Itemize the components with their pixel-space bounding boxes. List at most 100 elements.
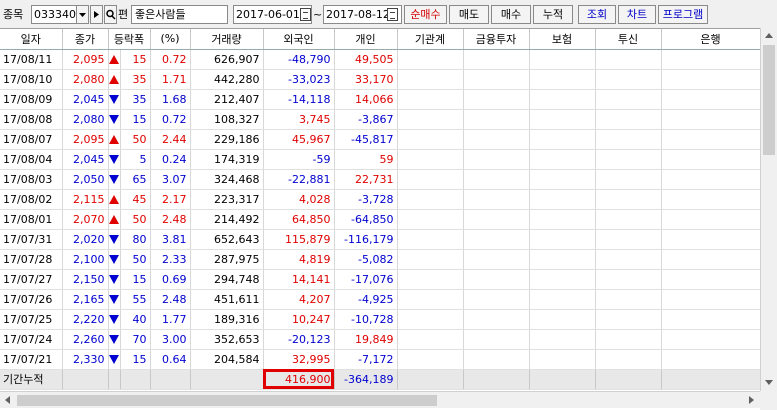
- radio-sell-label: 매도: [458, 8, 480, 21]
- table-row[interactable]: 17/08/08 2,080 15 0.72 108,327 3,745 -3,867: [0, 109, 761, 130]
- header-bank[interactable]: 은행: [661, 29, 761, 50]
- calendar-icon[interactable]: [300, 8, 311, 21]
- cell-volume: 174,319: [190, 149, 264, 170]
- header-insurance[interactable]: 보험: [529, 29, 596, 50]
- scroll-up-arrow-icon[interactable]: [761, 28, 777, 44]
- table-row[interactable]: 17/07/31 2,020 80 3.81 652,643 115,879 -116,17…: [0, 229, 761, 250]
- cell-investment-trust: [595, 129, 662, 150]
- cell-insurance: [529, 249, 596, 270]
- header-institution[interactable]: 기관계: [397, 29, 464, 50]
- cell-direction: [108, 169, 121, 190]
- cell-investment-trust: [595, 169, 662, 190]
- vertical-scrollbar[interactable]: [760, 28, 777, 391]
- cell-direction: [108, 149, 121, 170]
- query-button[interactable]: 조회: [578, 5, 616, 24]
- cell-insurance: [529, 329, 596, 350]
- header-foreign[interactable]: 외국인: [263, 29, 335, 50]
- summary-empty: [62, 369, 109, 390]
- cell-close: 2,050: [62, 169, 109, 190]
- horizontal-scrollbar[interactable]: [0, 391, 760, 408]
- cell-volume: 626,907: [190, 49, 264, 70]
- table-row[interactable]: 17/08/11 2,095 15 0.72 626,907 -48,790 49,505: [0, 49, 761, 70]
- header-pct[interactable]: (%): [150, 29, 191, 50]
- cell-foreign: 4,207: [263, 289, 335, 310]
- cell-investment-trust: [595, 149, 662, 170]
- header-close[interactable]: 종가: [62, 29, 109, 50]
- vertical-scroll-thumb[interactable]: [763, 45, 775, 155]
- cell-bank: [661, 169, 761, 190]
- table-row[interactable]: 17/08/07 2,095 50 2.44 229,186 45,967 -45,817: [0, 129, 761, 150]
- cell-financial-investment: [463, 349, 530, 370]
- radio-cumulative-label: 누적: [542, 8, 564, 21]
- radio-buy[interactable]: 매수: [491, 5, 531, 24]
- table-row[interactable]: 17/07/27 2,150 15 0.69 294,748 14,141 -17,076: [0, 269, 761, 290]
- cell-volume: 108,327: [190, 109, 264, 130]
- chart-button[interactable]: 차트: [618, 5, 656, 24]
- cell-pct: 2.44: [150, 129, 191, 150]
- cell-change: 55: [120, 289, 151, 310]
- cell-foreign: 10,247: [263, 309, 335, 330]
- cell-individual: -64,850: [334, 209, 398, 230]
- radio-sell[interactable]: 매도: [449, 5, 489, 24]
- cell-investment-trust: [595, 109, 662, 130]
- cell-investment-trust: [595, 89, 662, 110]
- table-row[interactable]: 17/07/28 2,100 50 2.33 287,975 4,819 -5,082: [0, 249, 761, 270]
- header-investment-trust[interactable]: 투신: [595, 29, 662, 50]
- scroll-right-arrow-icon[interactable]: [743, 392, 759, 408]
- table-row[interactable]: 17/07/25 2,220 40 1.77 189,316 10,247 -10,728: [0, 309, 761, 330]
- program-button[interactable]: 프로그램: [658, 5, 708, 24]
- cell-institution: [397, 289, 464, 310]
- up-triangle-icon: [109, 75, 119, 84]
- summary-individual-total: -364,189: [334, 369, 398, 390]
- scrollbar-corner: [760, 391, 777, 410]
- cell-foreign: 14,141: [263, 269, 335, 290]
- header-financial-investment[interactable]: 금융투자: [463, 29, 530, 50]
- cell-investment-trust: [595, 209, 662, 230]
- cell-direction: [108, 309, 121, 330]
- calendar-icon[interactable]: [387, 8, 398, 21]
- cell-individual: -3,867: [334, 109, 398, 130]
- cell-bank: [661, 209, 761, 230]
- cell-institution: [397, 189, 464, 210]
- cell-volume: 324,468: [190, 169, 264, 190]
- scroll-down-arrow-icon[interactable]: [761, 374, 777, 390]
- cell-bank: [661, 309, 761, 330]
- down-triangle-icon: [109, 115, 119, 124]
- table-row[interactable]: 17/07/21 2,330 15 0.64 204,584 32,995 -7,172: [0, 349, 761, 370]
- cell-investment-trust: [595, 189, 662, 210]
- cell-date: 17/07/24: [0, 329, 63, 350]
- table-row[interactable]: 17/07/26 2,165 55 2.48 451,611 4,207 -4,925: [0, 289, 761, 310]
- cell-date: 17/08/04: [0, 149, 63, 170]
- end-date-value: 2017-08-12: [326, 8, 390, 21]
- horizontal-scroll-thumb[interactable]: [17, 395, 437, 406]
- cell-individual: -7,172: [334, 349, 398, 370]
- table-row[interactable]: 17/08/04 2,045 5 0.24 174,319 -59 59: [0, 149, 761, 170]
- table-row[interactable]: 17/08/01 2,070 50 2.48 214,492 64,850 -64,850: [0, 209, 761, 230]
- header-change[interactable]: 등락폭: [108, 29, 151, 50]
- cell-financial-investment: [463, 49, 530, 70]
- cell-date: 17/07/21: [0, 349, 63, 370]
- code-input[interactable]: 033340: [31, 5, 77, 24]
- cell-change: 50: [120, 249, 151, 270]
- table-row[interactable]: 17/08/02 2,115 45 2.17 223,317 4,028 -3,728: [0, 189, 761, 210]
- table-row[interactable]: 17/08/09 2,045 35 1.68 212,407 -14,118 14,066: [0, 89, 761, 110]
- code-dropdown[interactable]: [76, 5, 89, 24]
- search-button[interactable]: [104, 5, 117, 24]
- cell-insurance: [529, 349, 596, 370]
- scroll-left-arrow-icon[interactable]: [0, 392, 16, 408]
- header-individual[interactable]: 개인: [334, 29, 398, 50]
- cell-investment-trust: [595, 269, 662, 290]
- cell-close: 2,165: [62, 289, 109, 310]
- radio-cumulative[interactable]: 누적: [533, 5, 573, 24]
- stock-name-field[interactable]: 좋은사람들: [131, 5, 228, 24]
- table-row[interactable]: 17/08/10 2,080 35 1.71 442,280 -33,023 33,170: [0, 69, 761, 90]
- table-row[interactable]: 17/07/24 2,260 70 3.00 352,653 -20,123 19,849: [0, 329, 761, 350]
- header-date[interactable]: 일자: [0, 29, 63, 50]
- cell-volume: 652,643: [190, 229, 264, 250]
- cell-individual: 49,505: [334, 49, 398, 70]
- header-volume[interactable]: 거래량: [190, 29, 264, 50]
- cell-foreign: 64,850: [263, 209, 335, 230]
- table-row[interactable]: 17/08/03 2,050 65 3.07 324,468 -22,881 22,731: [0, 169, 761, 190]
- radio-net-buy[interactable]: 순매수: [404, 5, 447, 24]
- next-button[interactable]: [90, 5, 103, 24]
